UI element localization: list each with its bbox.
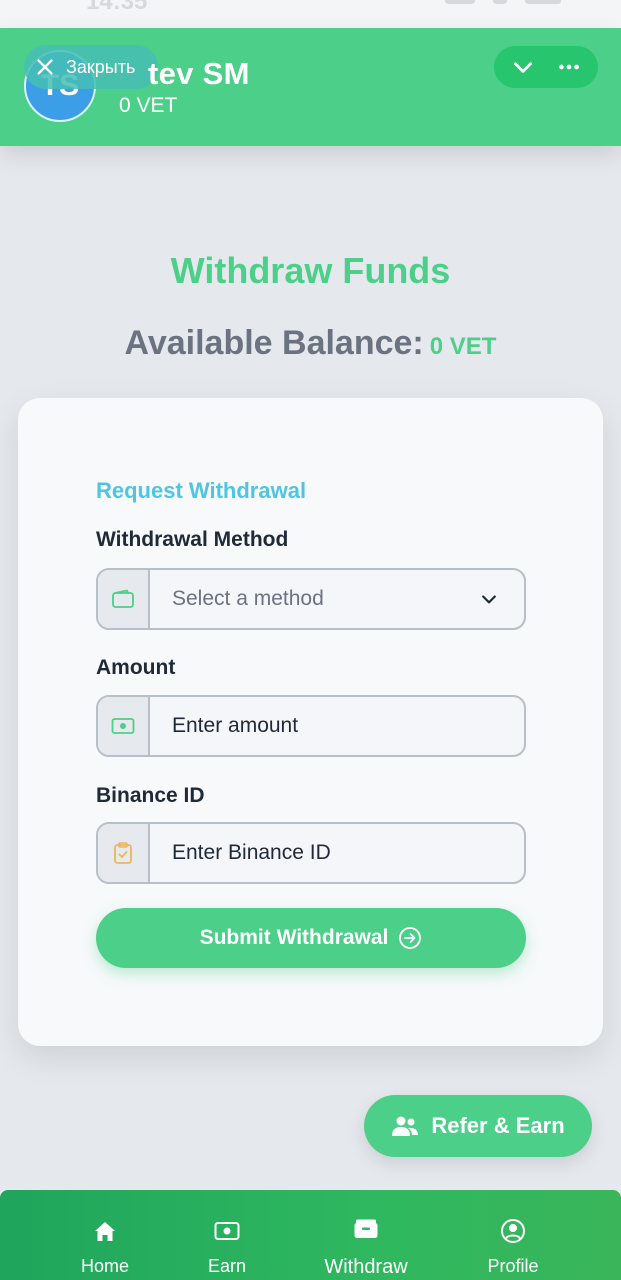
nav-label-profile: Profile	[487, 1256, 539, 1276]
more-button[interactable]	[549, 47, 589, 87]
nav-label-earn: Earn	[207, 1256, 247, 1276]
close-label: Закрыть	[66, 56, 136, 77]
method-addon	[98, 570, 150, 628]
bottom-nav: Home Earn Withdraw Profile	[0, 1190, 621, 1280]
wallet-icon	[354, 1219, 378, 1238]
nav-item-home[interactable]: Home	[45, 1190, 165, 1280]
refer-label: Refer & Earn	[431, 1113, 565, 1138]
status-time: 14:35	[86, 0, 148, 15]
status-icons	[445, 0, 565, 8]
chevron-down-icon	[482, 595, 496, 604]
refer-earn-button[interactable]: Refer & Earn	[364, 1095, 592, 1157]
available-balance: Available Balance: 0 VET	[0, 324, 621, 363]
amount-input[interactable]: Enter amount	[96, 695, 526, 757]
clipboard-check-icon	[114, 842, 132, 864]
submit-label: Submit Withdrawal	[199, 926, 389, 949]
header-actions	[494, 46, 598, 88]
wallet-icon	[112, 589, 134, 608]
status-bar: 14:35	[0, 0, 621, 28]
username: tev SM	[148, 56, 250, 91]
nav-label-home: Home	[80, 1256, 129, 1276]
nav-item-earn[interactable]: Earn	[167, 1190, 287, 1280]
nav-item-profile[interactable]: Profile	[453, 1190, 573, 1280]
nav-item-withdraw[interactable]: Withdraw	[306, 1190, 426, 1280]
withdraw-form-card: Request Withdrawal Withdrawal Method Sel…	[18, 398, 603, 1046]
page-title: Withdraw Funds	[170, 250, 451, 291]
method-select[interactable]: Select a method	[96, 568, 526, 630]
close-icon	[37, 59, 53, 75]
arrow-circle-right-icon	[399, 927, 422, 949]
user-circle-icon	[501, 1219, 525, 1243]
binance-placeholder: Enter Binance ID	[172, 841, 331, 864]
binance-label: Binance ID	[96, 784, 205, 807]
close-button[interactable]: Закрыть	[24, 45, 158, 89]
header-balance: 0 VET	[119, 94, 178, 117]
method-dropdown-toggle[interactable]	[454, 570, 524, 628]
money-icon	[111, 718, 135, 734]
section-title: Request Withdrawal	[96, 478, 307, 503]
home-icon	[95, 1222, 115, 1241]
money-icon	[214, 1222, 240, 1240]
balance-label: Available Balance:	[124, 324, 424, 362]
amount-addon	[98, 697, 150, 755]
collapse-button[interactable]	[503, 47, 543, 87]
binance-addon	[98, 824, 150, 882]
submit-withdrawal-button[interactable]: Submit Withdrawal	[96, 908, 526, 968]
more-dots-icon	[559, 64, 579, 70]
binance-id-input[interactable]: Enter Binance ID	[96, 822, 526, 884]
app-header: TS Закрыть tev SM 0 VET	[0, 28, 621, 146]
nav-label-withdraw: Withdraw	[324, 1256, 408, 1278]
balance-value: 0 VET	[429, 333, 497, 360]
method-value: Select a method	[172, 587, 324, 610]
chevron-down-icon	[514, 62, 532, 73]
amount-placeholder: Enter amount	[172, 714, 299, 737]
amount-label: Amount	[96, 656, 176, 679]
method-label: Withdrawal Method	[96, 528, 289, 551]
users-icon	[392, 1116, 419, 1136]
